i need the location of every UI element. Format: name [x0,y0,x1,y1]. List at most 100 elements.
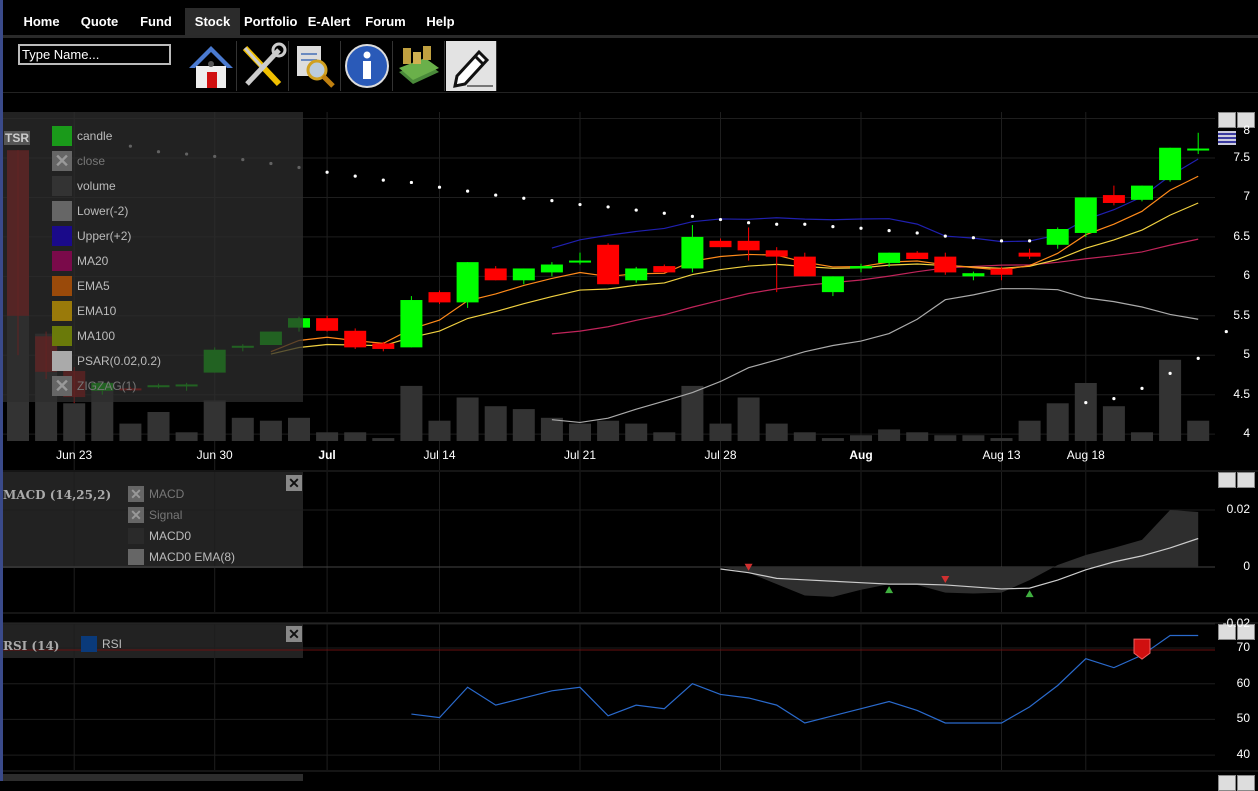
eraser-button[interactable] [1237,472,1255,488]
legend-label: MA100 [77,329,116,343]
rsi-legend-item[interactable]: RSI [81,636,122,652]
psar-dot [1224,329,1228,334]
y-axis-tick: 0.02 [1226,502,1250,516]
legend-swatch [52,301,72,321]
y-axis-tick: 6 [1243,268,1250,283]
volume-bar [1046,403,1069,441]
volume-bar [850,435,872,441]
candle-body [1159,147,1182,181]
volume-bar [625,423,648,441]
legend-item-ma100[interactable]: MA100 [52,326,115,346]
macd-legend-item[interactable]: ✕ Signal [128,507,182,523]
symbol-label: TSR [4,131,30,145]
psar-dot [634,208,638,212]
psar-dot [859,226,863,230]
candle-body [484,268,507,281]
volume-bar [906,432,929,441]
volume-bar [456,397,479,441]
volume-bar [1018,420,1041,441]
legend-swatch [128,528,144,544]
candle-body [372,343,395,349]
psar-dot [550,199,554,203]
legend-item-zigzag-1[interactable]: ✕ ZIGZAG(1) [52,376,136,396]
volume-bar [709,423,732,441]
legend-label: MACD0 [149,529,192,543]
y-axis-tick: 7.5 [1233,150,1250,164]
candle-body [1102,195,1125,203]
x-axis-date-label: Jul 21 [563,448,597,462]
candle-body [1046,229,1069,245]
y-axis-tick: 7 [1243,189,1250,204]
macd-title: MACD (14,25,2) [3,488,112,502]
legend-item-close[interactable]: ✕ close [52,151,105,171]
bollinger-upper-line [551,158,1199,249]
legend-item-candle[interactable]: candle [52,126,112,146]
macd-panel-buttons [1218,472,1255,488]
psar-dot [662,211,666,215]
candle-body [1018,252,1041,257]
legend-swatch [128,549,144,565]
legend-swatch [52,351,72,371]
rsi-title: RSI (14) [3,639,60,653]
x-axis-date-label: Jun 23 [56,448,93,462]
psar-dot [999,239,1004,243]
volume-bar [821,438,844,441]
rsi-line [411,634,1199,724]
buy-signal-marker [885,586,894,594]
volume-bar [1131,432,1153,441]
x-axis-date-label: Jul 14 [423,448,456,462]
legend-item-volume[interactable]: volume [52,176,116,196]
candle-body [1187,148,1210,151]
legend-item-ema10[interactable]: EMA10 [52,301,116,321]
macd-legend-item[interactable]: MACD0 EMA(8) [128,549,235,565]
candle-body [512,268,535,281]
candle-body [1074,197,1097,233]
volume-bar [372,438,395,441]
legend-item-lower-2[interactable]: Lower(-2) [52,201,128,221]
candle-body [878,252,901,263]
psar-dot [775,222,779,226]
candle-body [850,266,872,269]
legend-item-ma20[interactable]: MA20 [52,251,108,271]
legend-item-psar-0-02-0-2[interactable]: PSAR(0.02,0.2) [52,351,161,371]
psar-dot [522,196,526,200]
legend-swatch: ✕ [128,486,144,502]
volume-bar [990,438,1013,441]
psar-dot [887,228,891,233]
psar-dot [466,189,470,193]
volume-bar [737,397,760,441]
legend-swatch: ✕ [128,507,144,523]
macd-legend-item[interactable]: ✕ MACD [128,486,184,502]
macd-close-button[interactable]: ✕ [286,475,302,491]
eraser-button[interactable] [1237,775,1255,791]
rsi-close-button[interactable]: ✕ [286,626,302,642]
x-axis-date-label: Jul 28 [704,448,737,462]
legend-label: MACD0 EMA(8) [149,550,236,564]
candle-body [653,266,676,273]
volume-bar [344,432,367,441]
legend-label: MACD [149,487,185,501]
volume-bar [288,417,310,441]
legend-label: Lower(-2) [77,204,129,218]
volume-bar [316,432,339,441]
candle-body [344,330,367,348]
y-axis-tick: 0 [1243,559,1250,573]
candle-body [793,256,816,277]
rsi-sell-marker [1133,638,1151,660]
legend-item-upper-2[interactable]: Upper(+2) [52,226,131,246]
volume-bar [1102,406,1125,441]
legend-swatch [52,226,72,246]
psar-dot [325,170,329,174]
psar-dot [831,225,835,229]
volume-bar [597,420,620,441]
draw-tool-button[interactable] [1218,472,1236,488]
macd-legend-item[interactable]: MACD0 [128,528,191,544]
draw-tool-button[interactable] [1218,775,1236,791]
legend-label: EMA5 [77,279,110,293]
candle-body [934,256,957,273]
ma20-line [551,238,1199,335]
legend-swatch [52,276,72,296]
legend-item-ema5[interactable]: EMA5 [52,276,110,296]
legend-swatch: ✕ [52,151,72,171]
volume-bar [147,412,170,441]
